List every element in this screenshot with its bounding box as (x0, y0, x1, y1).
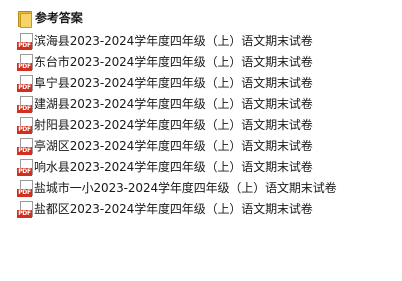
pdf-icon: PDF (17, 116, 33, 134)
file-label: 东台市2023-2024学年度四年级（上）语文期末试卷 (34, 55, 313, 69)
file-item[interactable]: PDF 响水县2023-2024学年度四年级（上）语文期末试卷 (17, 157, 313, 177)
folder-item-answers[interactable]: 参考答案 (17, 8, 83, 28)
file-item[interactable]: PDF 射阳县2023-2024学年度四年级（上）语文期末试卷 (17, 115, 313, 135)
file-label: 建湖县2023-2024学年度四年级（上）语文期末试卷 (34, 97, 313, 111)
file-label: 阜宁县2023-2024学年度四年级（上）语文期末试卷 (34, 76, 313, 90)
file-label: 滨海县2023-2024学年度四年级（上）语文期末试卷 (34, 34, 313, 48)
pdf-icon: PDF (17, 95, 33, 113)
file-label: 盐都区2023-2024学年度四年级（上）语文期末试卷 (34, 202, 313, 216)
file-item[interactable]: PDF 盐都区2023-2024学年度四年级（上）语文期末试卷 (17, 199, 313, 219)
folder-label: 参考答案 (35, 11, 83, 25)
file-item[interactable]: PDF 建湖县2023-2024学年度四年级（上）语文期末试卷 (17, 94, 313, 114)
file-item[interactable]: PDF 东台市2023-2024学年度四年级（上）语文期末试卷 (17, 52, 313, 72)
file-label: 响水县2023-2024学年度四年级（上）语文期末试卷 (34, 160, 313, 174)
pdf-icon: PDF (17, 32, 33, 50)
pdf-icon: PDF (17, 74, 33, 92)
pdf-icon: PDF (17, 158, 33, 176)
file-item[interactable]: PDF 盐城市一小2023-2024学年度四年级（上）语文期末试卷 (17, 178, 337, 198)
file-item[interactable]: PDF 阜宁县2023-2024学年度四年级（上）语文期末试卷 (17, 73, 313, 93)
file-label: 射阳县2023-2024学年度四年级（上）语文期末试卷 (34, 118, 313, 132)
folder-icon (17, 9, 32, 28)
file-item[interactable]: PDF 滨海县2023-2024学年度四年级（上）语文期末试卷 (17, 31, 313, 51)
pdf-icon: PDF (17, 137, 33, 155)
file-list: 参考答案 PDF 滨海县2023-2024学年度四年级（上）语文期末试卷 PDF… (0, 0, 402, 281)
file-item[interactable]: PDF 亭湖区2023-2024学年度四年级（上）语文期末试卷 (17, 136, 313, 156)
file-label: 盐城市一小2023-2024学年度四年级（上）语文期末试卷 (34, 181, 337, 195)
pdf-icon: PDF (17, 179, 33, 197)
pdf-icon: PDF (17, 53, 33, 71)
file-label: 亭湖区2023-2024学年度四年级（上）语文期末试卷 (34, 139, 313, 153)
pdf-icon: PDF (17, 200, 33, 218)
